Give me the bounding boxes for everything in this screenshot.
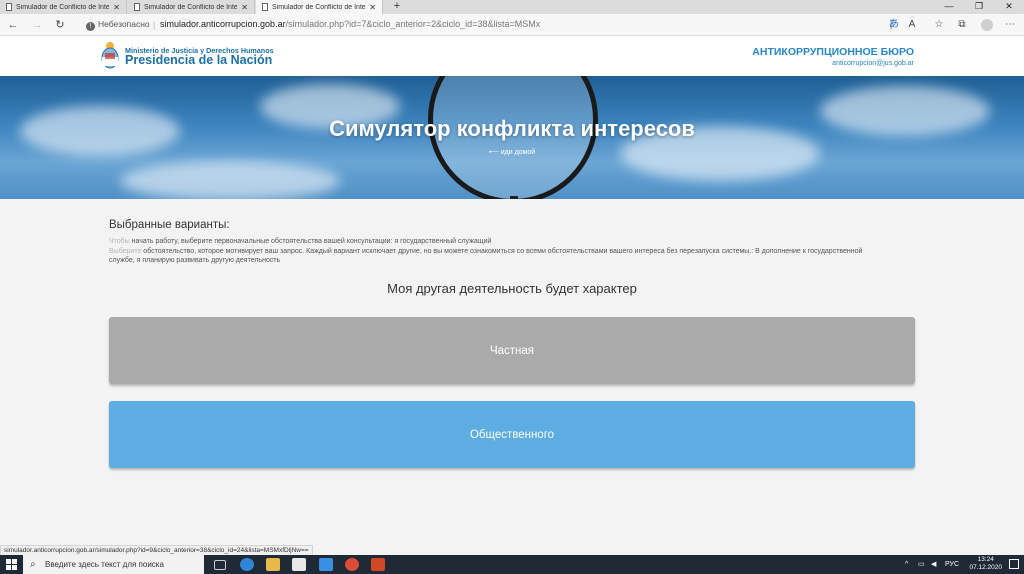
network-icon[interactable]: ▭ xyxy=(918,555,925,574)
volume-icon[interactable]: ◀ xyxy=(931,555,936,574)
powerpoint-icon[interactable] xyxy=(371,558,385,571)
option-private-button[interactable]: Частная xyxy=(109,317,915,384)
browser-tab-active[interactable]: Simulador de Conflicto de Intere ✕ xyxy=(256,0,383,14)
question-text: Моя другая деятельность будет характер xyxy=(387,281,637,296)
page-icon xyxy=(262,3,268,11)
security-indicator[interactable]: ! Небезопасно xyxy=(86,19,150,31)
url-field[interactable]: simulador.anticorrupcion.gob.ar/simulado… xyxy=(160,19,540,29)
back-arrow-icon[interactable]: ← xyxy=(6,18,20,32)
plus-icon[interactable]: + xyxy=(390,0,404,14)
tab-label: Simulador de Conflicto de Intere xyxy=(272,3,366,11)
warning-icon: ! xyxy=(86,22,95,31)
edge-browser-icon[interactable] xyxy=(240,558,254,571)
selected-option-line: Чтобы начать работу, выберите первоначал… xyxy=(109,237,889,247)
bureau-title[interactable]: АНТИКОРРУПЦИОННОЕ БЮРО xyxy=(752,46,914,58)
address-bar: ← → ↻ ! Небезопасно | simulador.anticorru… xyxy=(0,14,1024,36)
tab-label: Simulador de Conflicto de Intere xyxy=(16,3,110,11)
notification-icon[interactable] xyxy=(1009,559,1019,569)
store-icon[interactable] xyxy=(292,558,306,571)
system-clock[interactable]: 13:24 07.12.2020 xyxy=(969,556,1002,572)
page-icon xyxy=(6,3,12,11)
browser-tab[interactable]: Simulador de Conflicto de Intere ✕ xyxy=(128,0,255,14)
hero-banner: Симулятор конфликта интересов ⟵ иди домо… xyxy=(0,76,1024,199)
profile-avatar[interactable] xyxy=(981,19,993,31)
step-text: обстоятельство, которое мотивирует ваш з… xyxy=(109,247,863,265)
taskbar-search-input[interactable]: ⌕ Введите здесь текст для поиска xyxy=(23,555,204,574)
selected-options-heading: Выбранные варианты: xyxy=(109,219,230,231)
tray-chevron-icon[interactable]: ^ xyxy=(905,555,908,574)
browser-tab-bar: Simulador de Conflicto de Intere ✕ Simul… xyxy=(0,0,1024,14)
restore-icon[interactable]: ❐ xyxy=(964,0,994,14)
close-icon[interactable]: ✕ xyxy=(369,3,376,12)
close-icon[interactable]: ✕ xyxy=(241,3,248,12)
windows-taskbar: ⌕ Введите здесь текст для поиска ^ ▭ ◀ Р… xyxy=(0,555,1024,574)
file-explorer-icon[interactable] xyxy=(266,558,280,571)
close-icon[interactable]: ✕ xyxy=(113,3,120,12)
site-header: Ministerio de Justicia y Derechos Humano… xyxy=(0,36,1024,76)
clock-time: 13:24 xyxy=(977,556,994,563)
tab-label: Simulador de Conflicto de Intere xyxy=(144,3,238,11)
forward-arrow-icon[interactable]: → xyxy=(30,18,44,32)
chrome-icon[interactable] xyxy=(345,558,359,571)
task-view-icon[interactable] xyxy=(214,560,226,570)
main-content: Выбранные варианты: Чтобы начать работу,… xyxy=(0,199,1024,542)
browser-tab[interactable]: Simulador de Conflicto de Intere ✕ xyxy=(0,0,127,14)
url-domain: simulador.anticorrupcion.gob.ar xyxy=(160,19,286,29)
collections-icon[interactable]: ⧉ xyxy=(955,18,969,32)
page-icon xyxy=(134,3,140,11)
search-placeholder: Введите здесь текст для поиска xyxy=(45,560,164,569)
mail-icon[interactable] xyxy=(319,558,333,571)
refresh-icon[interactable]: ↻ xyxy=(53,18,67,32)
step-label: Выберите xyxy=(109,247,142,255)
clock-date: 07.12.2020 xyxy=(969,564,1002,571)
read-aloud-icon[interactable]: A xyxy=(905,18,919,32)
argentina-coat-of-arms-icon xyxy=(101,42,119,69)
selected-options-list: Чтобы начать работу, выберите первоначал… xyxy=(109,237,889,266)
translate-icon[interactable]: あ xyxy=(887,18,901,32)
windows-start-icon[interactable] xyxy=(6,559,17,570)
bureau-email-link[interactable]: anticorrupcion@jus.gob.ar xyxy=(832,60,914,67)
cloud-shape xyxy=(120,161,340,199)
minimize-icon[interactable]: — xyxy=(934,0,964,14)
option-public-button[interactable]: Общественного xyxy=(109,401,915,468)
url-path: /simulador.php?id=7&ciclo_anterior=2&cic… xyxy=(285,19,541,29)
favorites-star-icon[interactable]: ☆ xyxy=(932,18,946,32)
search-icon: ⌕ xyxy=(30,559,36,570)
more-menu-icon[interactable]: ⋯ xyxy=(1003,18,1017,32)
home-link[interactable]: ⟵ иди домой xyxy=(0,148,1024,156)
keyboard-language[interactable]: РУС xyxy=(945,555,959,574)
window-close-icon[interactable]: ✕ xyxy=(994,0,1024,14)
selected-option-line: Выберите обстоятельство, которое мотивир… xyxy=(109,247,889,266)
step-text: начать работу, выберите первоначальные о… xyxy=(129,238,492,245)
page-title: Симулятор конфликта интересов xyxy=(329,116,695,141)
step-label: Чтобы xyxy=(109,238,130,245)
divider: | xyxy=(153,20,156,30)
security-label: Небезопасно xyxy=(98,19,150,29)
presidency-name[interactable]: Presidencia de la Nación xyxy=(125,53,272,67)
